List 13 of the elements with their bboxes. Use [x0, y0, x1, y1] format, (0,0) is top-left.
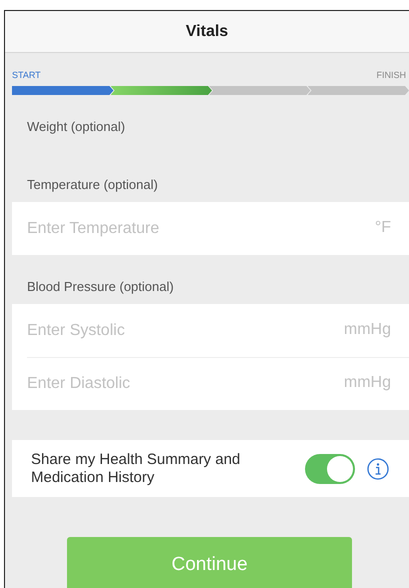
info-icon[interactable] — [367, 458, 389, 480]
share-toggle[interactable] — [305, 454, 355, 484]
section-label: Weight (optional) — [26, 118, 126, 136]
section-label: Temperature (optional) — [26, 176, 159, 194]
unit-label: mmHg — [344, 374, 391, 392]
finish-label: FINISH — [376, 70, 406, 80]
section-label: Blood Pressure (optional) — [26, 278, 175, 296]
unit-label: mmHg — [344, 321, 391, 339]
continue-button[interactable]: Continue — [67, 537, 352, 588]
share-label: Share my Health Summary and Medication History — [31, 450, 242, 486]
screen-title: Vitals — [186, 22, 228, 40]
unit-label: °F — [374, 219, 391, 237]
start-label: START — [12, 70, 41, 80]
